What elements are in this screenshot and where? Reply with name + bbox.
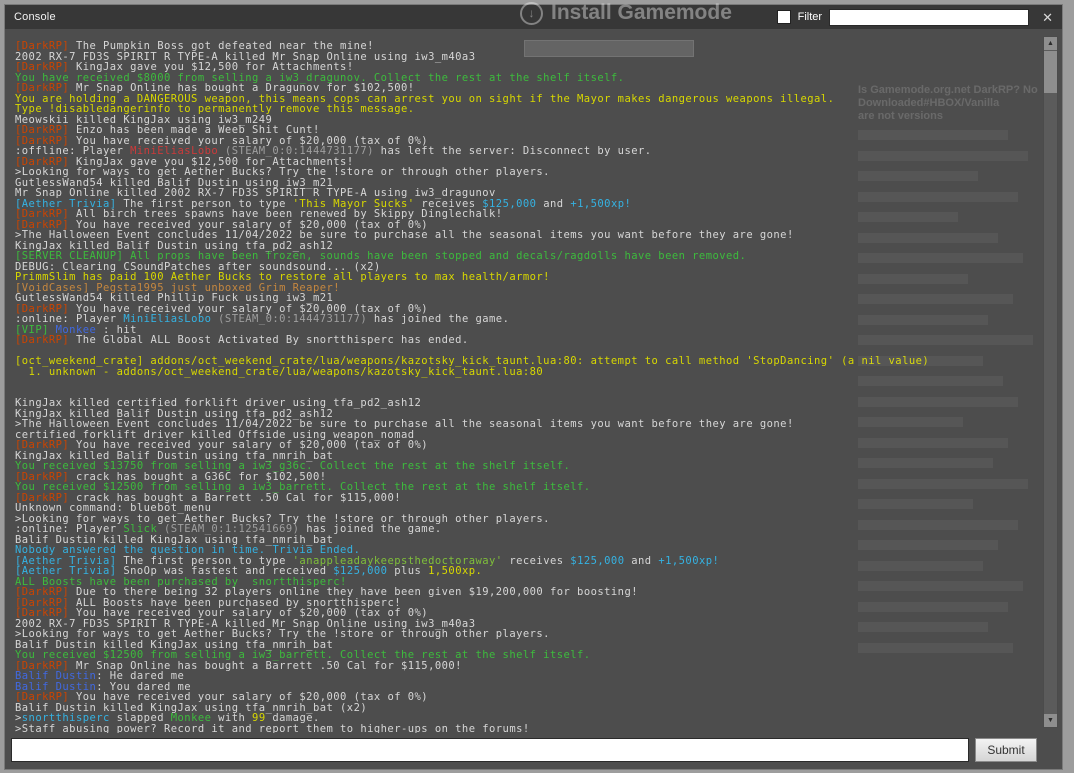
submit-button[interactable]: Submit [975, 738, 1037, 762]
console-line: :online: Player MiniEliasLobo (STEAM_0:0… [15, 313, 510, 325]
scrollbar-thumb[interactable] [1044, 51, 1057, 93]
titlebar-controls: Filter ✕ [776, 8, 1053, 26]
console-line: >Staff abusing power? Record it and repo… [15, 722, 530, 733]
console-window: Console Filter ✕ [DarkRP] The Pumpkin Bo… [4, 4, 1063, 770]
console-log[interactable]: [DarkRP] The Pumpkin Boss got defeated n… [15, 36, 1035, 733]
console-line: [DarkRP] The Global ALL Boost Activated … [15, 334, 469, 346]
command-input[interactable] [11, 738, 969, 762]
scroll-down-icon[interactable]: ▼ [1044, 714, 1057, 727]
filter-input[interactable] [829, 8, 1030, 26]
console-title: Console [14, 11, 56, 23]
scroll-up-icon[interactable]: ▲ [1044, 37, 1057, 50]
command-entry-row: Submit [11, 738, 1037, 762]
close-icon[interactable]: ✕ [1042, 11, 1053, 24]
console-titlebar[interactable]: Console Filter ✕ [5, 5, 1062, 29]
console-line: 1. unknown - addons/oct_weekend_crate/lu… [15, 365, 544, 378]
filter-checkbox[interactable] [776, 10, 791, 24]
filter-label: Filter [797, 11, 823, 23]
scrollbar[interactable]: ▲ ▼ [1043, 36, 1058, 728]
